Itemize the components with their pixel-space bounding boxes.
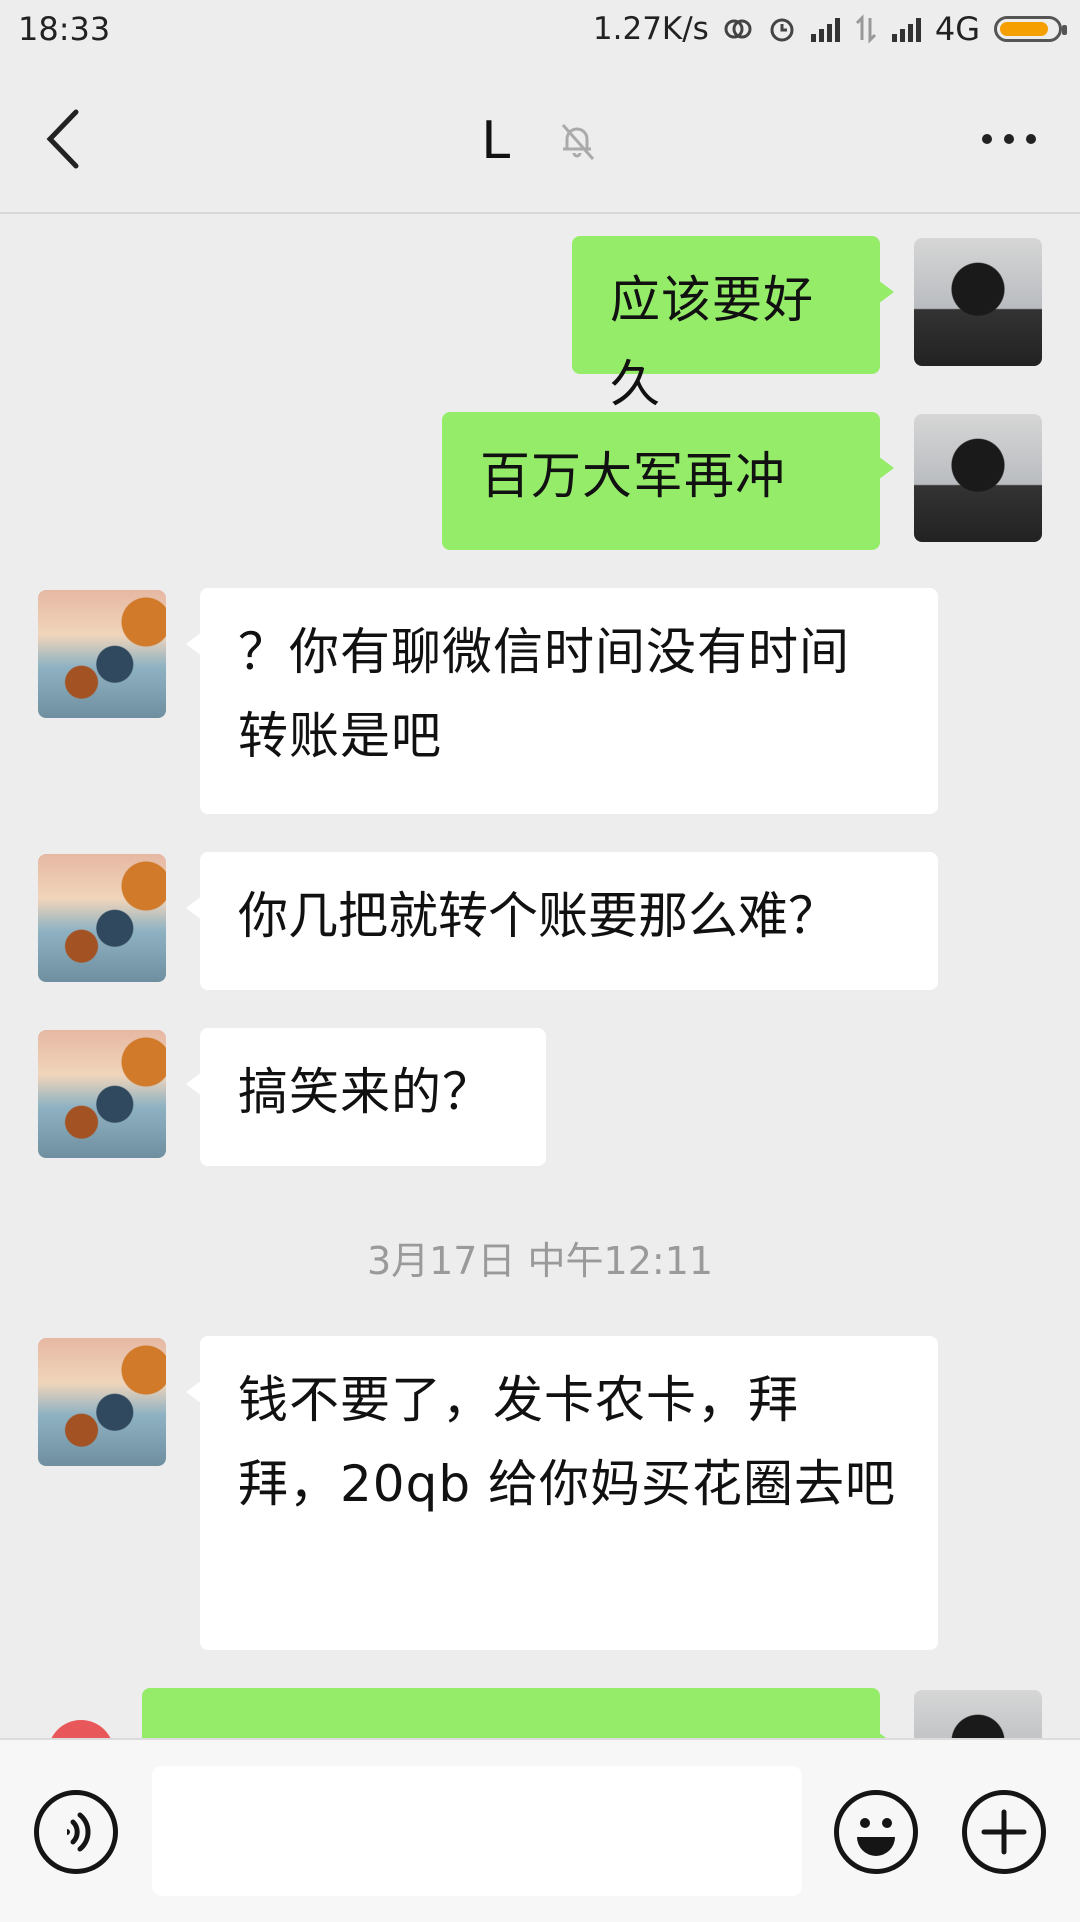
message-bubble[interactable]: 应该要好久 [572,236,894,413]
chat-header: L [0,64,1080,214]
voice-icon [67,1812,91,1852]
avatar-contact[interactable] [38,590,166,718]
message-bubble-partial[interactable] [142,1688,894,1738]
bell-muted-icon [561,124,594,160]
message-received: 钱不要了，发卡农卡，拜拜，20qb 给你妈买花圈去吧 [0,1336,1080,1652]
data-transfer-icon [855,14,876,44]
message-received: 搞笑来的？ [0,1028,1080,1168]
network-speed: 1.27K/s [592,11,709,47]
avatar-self[interactable] [914,1690,1042,1738]
message-sent-partial [0,1688,1080,1738]
avatar-contact[interactable] [38,854,166,982]
message-received: ？你有聊微信时间没有时间转账是吧 [0,588,1080,818]
message-bubble[interactable]: 搞笑来的？ [186,1028,546,1166]
message-sent: 应该要好久 [0,236,1080,413]
message-input[interactable] [152,1766,802,1896]
message-bubble[interactable]: 钱不要了，发卡农卡，拜拜，20qb 给你妈买花圈去吧 [186,1336,938,1650]
message-bubble[interactable]: 你几把就转个账要那么难？ [186,852,938,990]
avatar-self[interactable] [914,238,1042,366]
status-icons: 1.27K/s 4G [592,10,1067,48]
emoji-button[interactable] [834,1790,918,1874]
avatar-contact[interactable] [38,1338,166,1466]
plus-icon [981,1809,1027,1855]
status-bar: 18:33 1.27K/s 4G [0,0,1080,64]
title-wrap: L [0,108,1080,171]
signal-icon [810,16,840,42]
message-bubble[interactable]: 百万大军再冲 [442,412,894,550]
network-type: 4G [934,10,980,48]
chat-title: L [481,111,511,171]
avatar-self[interactable] [914,414,1042,542]
message-received: 你几把就转个账要那么难？ [0,852,1080,992]
input-bar [0,1738,1080,1922]
voice-button[interactable] [34,1790,118,1874]
more-dots-icon[interactable] [982,134,1036,144]
timestamp: 3月17日 中午12:11 [366,1239,714,1283]
alarm-icon [770,18,794,42]
signal-icon-2 [891,16,921,42]
avatar-contact[interactable] [38,1030,166,1158]
emoji-icon [857,1818,895,1856]
link-icon [724,19,752,39]
message-sent: 百万大军再冲 [0,412,1080,552]
message-bubble[interactable]: ？你有聊微信时间没有时间转账是吧 [186,588,938,814]
plus-button[interactable] [962,1790,1046,1874]
battery-icon [994,16,1067,42]
status-time: 18:33 [18,10,111,48]
chat-area: 应该要好久 百万大军再冲 ？你有聊微信时间没有时间转账是吧 你几把就转个账要那么… [0,214,1080,1738]
